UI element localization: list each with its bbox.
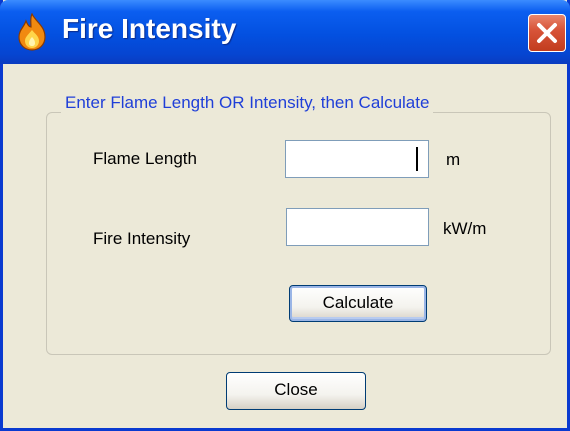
title-bar[interactable]: Fire Intensity [0, 0, 570, 64]
fire-intensity-label: Fire Intensity [93, 229, 191, 248]
close-button[interactable]: Close [226, 372, 366, 410]
fire-intensity-input[interactable] [286, 208, 429, 246]
flame-length-unit: m [446, 150, 461, 169]
calculate-button-label: Calculate [322, 293, 394, 312]
fire-intensity-unit: kW/m [443, 219, 487, 238]
close-icon[interactable] [528, 14, 566, 52]
close-button-label: Close [274, 380, 318, 399]
flame-length-label: Flame Length [93, 149, 197, 168]
flame-icon [14, 12, 50, 52]
text-caret [416, 147, 418, 171]
flame-length-input[interactable] [285, 140, 429, 178]
fire-intensity-dialog: Fire Intensity Enter Flame Length OR Int… [0, 0, 570, 431]
calculate-button[interactable]: Calculate [289, 285, 427, 322]
groupbox-legend: Enter Flame Length OR Intensity, then Ca… [61, 93, 434, 113]
window-title: Fire Intensity [62, 13, 237, 44]
